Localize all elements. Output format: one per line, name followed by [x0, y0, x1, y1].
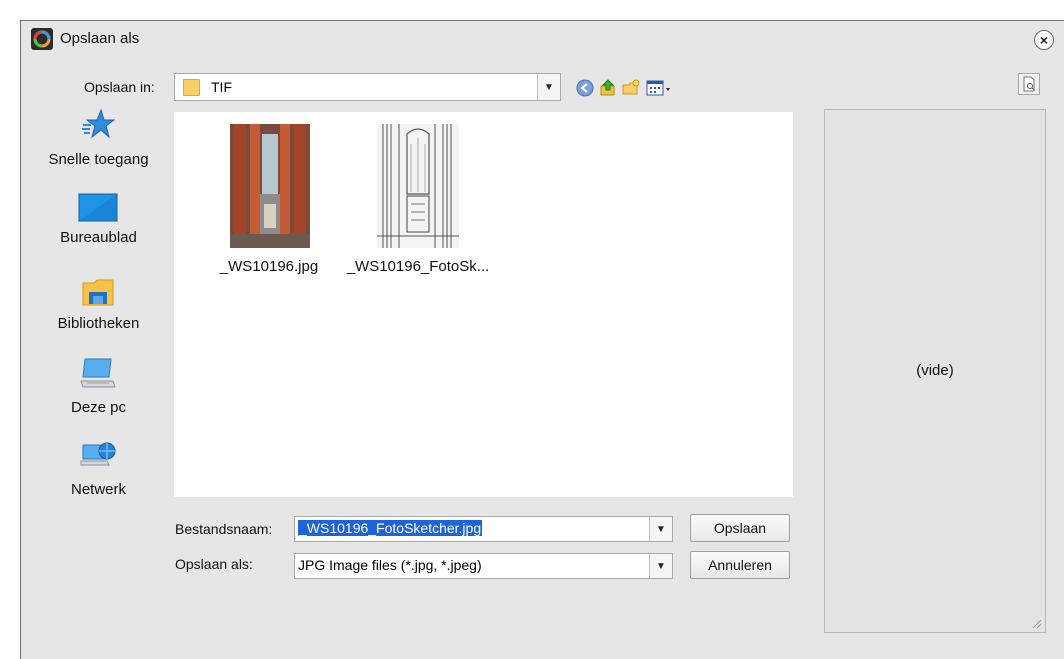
photo-thumbnail	[230, 124, 310, 248]
cancel-button[interactable]: Annuleren	[690, 551, 790, 579]
save-button[interactable]: Opslaan	[690, 514, 790, 542]
title-bar: Opslaan als ×	[21, 21, 1064, 57]
filetype-value: JPG Image files (*.jpg, *.jpeg)	[298, 557, 482, 573]
filetype-dropdown[interactable]: JPG Image files (*.jpg, *.jpeg) ▼	[294, 553, 673, 579]
libraries-folder-icon	[82, 279, 114, 306]
computer-icon	[80, 358, 116, 388]
desktop-icon	[78, 193, 118, 222]
place-label: Netwerk	[70, 481, 126, 498]
file-list[interactable]: _WS10196.jpg _WS10196_FotoSk...	[174, 112, 793, 497]
place-label: Snelle toegang	[48, 151, 149, 168]
place-label: Bureaublad	[60, 229, 137, 246]
resize-grip-icon[interactable]	[1030, 617, 1042, 629]
view-menu-icon[interactable]	[646, 79, 672, 97]
file-name: _WS10196.jpg	[219, 258, 319, 275]
dialog-title: Opslaan als	[60, 30, 140, 47]
filename-label: Bestandsnaam:	[175, 521, 273, 537]
folder-icon	[183, 79, 200, 96]
close-button[interactable]: ×	[1034, 30, 1054, 50]
filetype-label: Opslaan als:	[175, 556, 253, 572]
up-folder-icon[interactable]	[599, 79, 617, 97]
sketch-thumbnail	[377, 124, 459, 248]
app-icon	[31, 28, 53, 50]
filename-field[interactable]: _WS10196_FotoSketcher.jpg ▼	[294, 516, 673, 542]
preview-toggle-button[interactable]	[1018, 73, 1040, 95]
filename-value: _WS10196_FotoSketcher.jpg	[298, 520, 483, 536]
save-in-dropdown[interactable]: TIF ▼	[174, 73, 561, 101]
back-icon[interactable]	[576, 79, 594, 97]
chevron-down-icon[interactable]: ▼	[649, 517, 672, 541]
chevron-down-icon[interactable]: ▼	[537, 74, 560, 100]
place-label: Bibliotheken	[57, 315, 140, 332]
chevron-down-icon[interactable]: ▼	[649, 554, 672, 578]
save-in-value: TIF	[211, 79, 232, 95]
save-dialog: Opslaan als × Opslaan in: TIF ▼ Snelle t…	[20, 20, 1064, 659]
save-in-label: Opslaan in:	[84, 79, 155, 95]
preview-icon	[1023, 76, 1035, 92]
quick-access-star-icon	[82, 108, 115, 139]
network-icon	[80, 442, 116, 466]
file-name: _WS10196_FotoSk...	[346, 258, 490, 275]
preview-empty-text: (vide)	[916, 362, 954, 379]
new-folder-icon[interactable]	[622, 79, 640, 97]
preview-pane: (vide)	[824, 109, 1046, 633]
place-label: Deze pc	[70, 399, 127, 416]
